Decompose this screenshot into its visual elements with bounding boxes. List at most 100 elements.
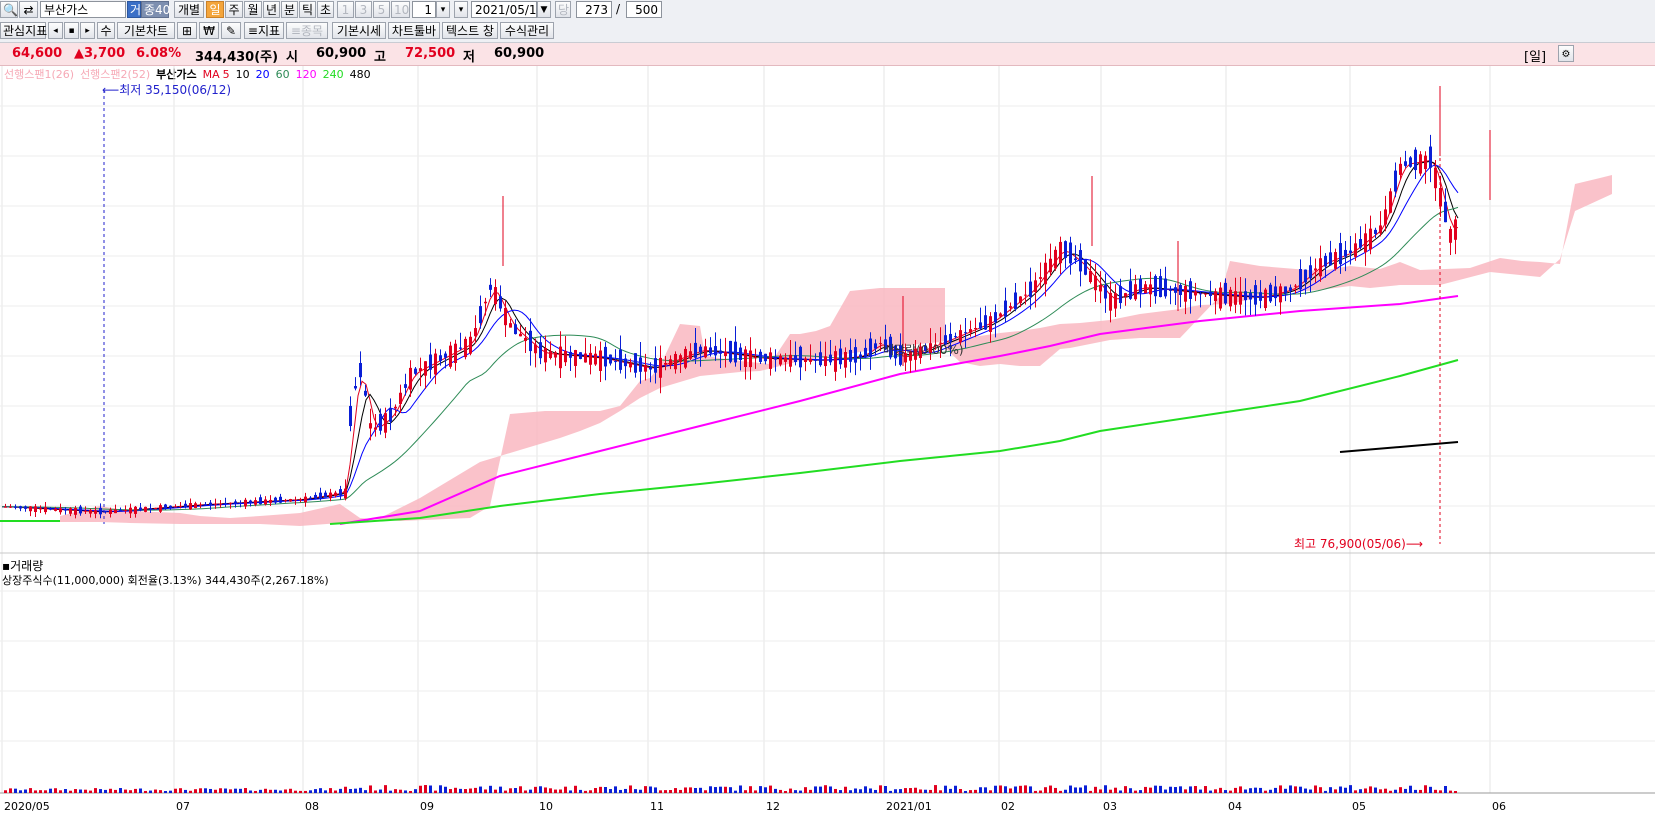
chart-toolbar-button[interactable]: 차트툴바 [388,22,440,39]
volume-bar [499,786,502,793]
volume-bar [1119,790,1122,793]
interval-1-button[interactable]: 1 [337,1,354,18]
candle [879,343,882,345]
search-icon[interactable]: 🔍 [0,1,18,18]
candle [574,350,577,366]
candle [84,510,87,512]
volume-bar [1059,790,1062,793]
candle [374,427,377,430]
candle [94,510,97,514]
scroll-stop-icon[interactable]: ▪ [64,22,79,39]
candle [89,510,92,514]
volume-bar [869,788,872,793]
stock-chart[interactable]: 2020/05 07 08 09 10 11 12 2021/01 02 03 04 05 06 [0,66,1655,815]
volume-bar [989,790,992,793]
volume-bar [324,790,327,793]
candle [39,508,42,510]
basic-quote-button[interactable]: 기본시세 [332,22,386,39]
date-field[interactable]: 2021/05/18 [471,1,537,18]
volume-badge[interactable]: 거 [127,1,141,18]
volume-bar [189,790,192,793]
volume-bar [419,785,422,793]
volume-bar [1274,787,1277,793]
interval-10-button[interactable]: 10 [391,1,410,18]
basic-chart-button[interactable]: 기본차트 [117,22,175,39]
candle [1249,292,1252,300]
candle [1304,269,1307,283]
volume-bar [74,789,77,793]
volume-bar [824,785,827,793]
volume-badge-count[interactable]: 종40 [141,1,170,18]
candle [969,329,972,333]
period-individual-button[interactable]: 개별 [174,1,204,18]
candle [1174,287,1177,293]
quantity-button[interactable]: 수 [97,22,115,39]
volume-info: 상장주식수(11,000,000) 회전율(3.13%) 344,430주(2,… [2,574,329,587]
candle [319,492,322,499]
candle [34,506,37,513]
period-minute-button[interactable]: 분 [281,1,298,18]
interval-5-button[interactable]: 5 [373,1,390,18]
trade-volume: 344,430(주) [195,50,279,65]
volume-bar [1084,785,1087,793]
period-year-button[interactable]: 년 [263,1,280,18]
volume-bar [699,787,702,793]
candle [799,346,802,368]
interval-spin-icon[interactable]: ▾ [436,1,450,18]
interval-input[interactable]: 1 [412,1,436,18]
candle [549,351,552,359]
candle [189,503,192,510]
candle [304,496,307,503]
volume-bar [769,785,772,793]
price-change: ▲3,700 [74,46,126,61]
stock-name-field[interactable]: 부산가스 [40,1,126,18]
volume-bar [1124,786,1127,793]
candle [1369,228,1372,250]
text-window-button[interactable]: 텍스트 창 [442,22,498,39]
period-day-button[interactable]: 일 [206,1,224,18]
won-icon[interactable]: ₩ [199,22,219,39]
count-input[interactable]: 273 [576,1,612,18]
volume-bar [134,788,137,793]
period-tick-button[interactable]: 틱 [299,1,316,18]
watch-indicator-button[interactable]: 관심지표 [0,22,47,39]
candle [1029,281,1032,297]
volume-bar [1249,788,1252,793]
formula-manage-button[interactable]: 수식관리 [500,22,554,39]
candle [74,508,77,515]
volume-bar [839,790,842,793]
volume-bar [469,788,472,793]
candle [1434,167,1437,189]
scroll-left-icon[interactable]: ◂ [48,22,63,39]
candle [534,344,537,354]
x-tick-label: 03 [1103,800,1117,813]
volume-bar [1194,786,1197,793]
volume-bar [334,790,337,793]
settings-gear-icon[interactable]: ⚙ [1558,45,1574,62]
candle [714,346,717,356]
symbol-button[interactable]: ≡종목 [286,22,328,39]
volume-bar [49,788,52,793]
volume-bar [594,788,597,793]
indicator-button[interactable]: ≡지표 [244,22,284,39]
volume-bar [904,788,907,793]
period-week-button[interactable]: 주 [225,1,243,18]
volume-bar [1159,785,1162,793]
grid-icon[interactable]: ⊞ [177,22,197,39]
volume-bar [164,790,167,793]
interval-3-button[interactable]: 3 [355,1,372,18]
scroll-right-icon[interactable]: ▸ [80,22,95,39]
candle [1314,268,1317,271]
candle [1344,249,1347,257]
count-total[interactable]: 500 [626,1,662,18]
volume-bar [604,787,607,793]
chevron-down-icon[interactable]: ▾ [454,1,468,18]
volume-bar [789,788,792,793]
date-dropdown-icon[interactable]: ▼ [537,1,551,18]
refresh-icon[interactable]: ⇄ [19,1,38,18]
candle [114,509,117,514]
volume-bar [104,789,107,793]
tool-icon[interactable]: ✎ [221,22,241,39]
period-second-button[interactable]: 초 [317,1,334,18]
period-month-button[interactable]: 월 [244,1,262,18]
